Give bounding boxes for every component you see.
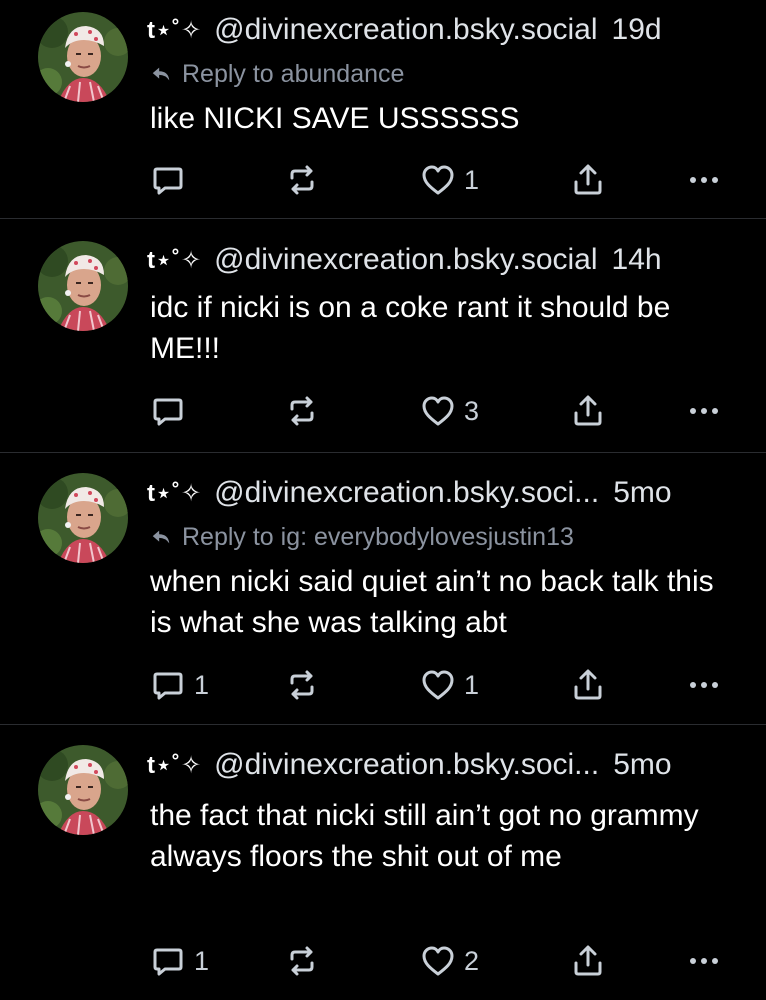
- post[interactable]: t⋆˚✧ @divinexcreation.bsky.social 19d Re…: [0, 0, 766, 219]
- avatar[interactable]: [38, 241, 128, 331]
- post-actions: 1 1: [150, 667, 730, 703]
- share-icon: [570, 162, 606, 198]
- speech-bubble-icon: [150, 943, 186, 979]
- like-button[interactable]: 1: [420, 162, 479, 198]
- reply-context[interactable]: Reply to abundance: [150, 58, 404, 90]
- avatar[interactable]: [38, 12, 128, 102]
- post[interactable]: t⋆˚✧ @divinexcreation.bsky.social 14h id…: [0, 219, 766, 453]
- share-button[interactable]: [570, 943, 606, 979]
- reply-button[interactable]: [150, 162, 194, 198]
- post[interactable]: t⋆˚✧ @divinexcreation.bsky.soci... 5mo R…: [0, 453, 766, 725]
- like-button[interactable]: 3: [420, 393, 479, 429]
- post-text: the fact that nicki still ain’t got no g…: [150, 799, 707, 873]
- repost-icon: [284, 393, 320, 429]
- reply-context[interactable]: Reply to ig: everybodylovesjustin13: [150, 521, 574, 553]
- post-timestamp[interactable]: 5mo: [613, 476, 671, 510]
- reply-to-handle[interactable]: abundance: [281, 60, 405, 89]
- like-count: 1: [464, 669, 480, 700]
- ellipsis-icon: [686, 943, 722, 979]
- author-handle[interactable]: @divinexcreation.bsky.soci...: [214, 748, 599, 782]
- reply-button[interactable]: [150, 393, 194, 429]
- speech-bubble-icon: [150, 667, 186, 703]
- post-actions: 1: [150, 162, 730, 198]
- like-button[interactable]: 1: [420, 667, 479, 703]
- post-timestamp[interactable]: 19d: [612, 13, 662, 47]
- reply-button[interactable]: 1: [150, 667, 209, 703]
- avatar[interactable]: [38, 745, 128, 835]
- share-icon: [570, 943, 606, 979]
- speech-bubble-icon: [150, 393, 186, 429]
- author-handle[interactable]: @divinexcreation.bsky.soci...: [214, 476, 599, 510]
- reply-arrow-icon: [150, 526, 172, 548]
- like-button[interactable]: 2: [420, 943, 479, 979]
- author-handle[interactable]: @divinexcreation.bsky.social: [214, 13, 597, 47]
- ellipsis-icon: [686, 162, 722, 198]
- heart-icon: [420, 393, 456, 429]
- display-name[interactable]: t⋆˚✧: [147, 246, 202, 275]
- repost-button[interactable]: [284, 162, 328, 198]
- avatar[interactable]: [38, 473, 128, 563]
- post-actions: 3: [150, 393, 730, 429]
- ellipsis-icon: [686, 667, 722, 703]
- more-options-button[interactable]: [686, 943, 722, 979]
- post-header: t⋆˚✧ @divinexcreation.bsky.social 14h: [147, 240, 736, 280]
- more-options-button[interactable]: [686, 393, 722, 429]
- speech-bubble-icon: [150, 162, 186, 198]
- post-header: t⋆˚✧ @divinexcreation.bsky.soci... 5mo: [147, 745, 736, 785]
- reply-count: 1: [194, 945, 210, 976]
- heart-icon: [420, 943, 456, 979]
- share-icon: [570, 667, 606, 703]
- more-options-button[interactable]: [686, 667, 722, 703]
- display-name[interactable]: t⋆˚✧: [147, 751, 202, 780]
- post[interactable]: t⋆˚✧ @divinexcreation.bsky.soci... 5mo t…: [0, 725, 766, 1000]
- post-header: t⋆˚✧ @divinexcreation.bsky.soci... 5mo: [147, 473, 736, 513]
- post-timestamp[interactable]: 14h: [612, 243, 662, 277]
- heart-icon: [420, 667, 456, 703]
- reply-prefix: Reply to: [182, 522, 274, 551]
- post-text: idc if nicki is on a coke rant it should…: [150, 291, 679, 365]
- share-button[interactable]: [570, 162, 606, 198]
- share-button[interactable]: [570, 393, 606, 429]
- author-handle[interactable]: @divinexcreation.bsky.social: [214, 243, 597, 277]
- heart-icon: [420, 162, 456, 198]
- like-count: 2: [464, 945, 480, 976]
- repost-button[interactable]: [284, 667, 328, 703]
- post-text: when nicki said quiet ain’t no back talk…: [150, 565, 722, 639]
- like-count: 3: [464, 395, 480, 426]
- display-name[interactable]: t⋆˚✧: [147, 479, 202, 508]
- reply-to-handle[interactable]: ig: everybodylovesjustin13: [281, 523, 574, 552]
- post-actions: 1 2: [150, 943, 730, 979]
- reply-count: 1: [194, 669, 210, 700]
- post-header: t⋆˚✧ @divinexcreation.bsky.social 19d: [147, 10, 736, 50]
- display-name[interactable]: t⋆˚✧: [147, 16, 202, 45]
- reply-button[interactable]: 1: [150, 943, 209, 979]
- reply-arrow-icon: [150, 63, 172, 85]
- post-timestamp[interactable]: 5mo: [613, 748, 671, 782]
- repost-icon: [284, 943, 320, 979]
- repost-icon: [284, 162, 320, 198]
- repost-button[interactable]: [284, 393, 328, 429]
- like-count: 1: [464, 164, 480, 195]
- share-button[interactable]: [570, 667, 606, 703]
- reply-prefix: Reply to: [182, 59, 274, 88]
- more-options-button[interactable]: [686, 162, 722, 198]
- repost-icon: [284, 667, 320, 703]
- ellipsis-icon: [686, 393, 722, 429]
- share-icon: [570, 393, 606, 429]
- post-text: like NICKI SAVE USSSSSS: [150, 102, 520, 135]
- repost-button[interactable]: [284, 943, 328, 979]
